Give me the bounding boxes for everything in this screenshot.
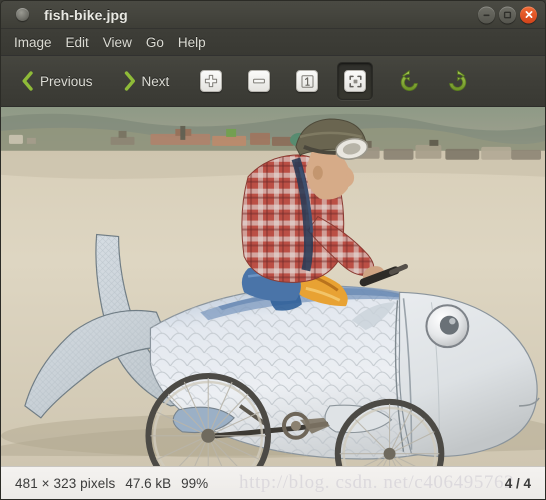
app-icon (16, 8, 29, 21)
photo-fish-bike (1, 107, 545, 466)
rotate-left-button[interactable] (389, 62, 429, 100)
image-canvas[interactable] (1, 107, 545, 466)
maximize-button[interactable] (499, 6, 516, 23)
menu-item-image[interactable]: Image (7, 32, 59, 53)
one-to-one-icon (296, 70, 319, 92)
menu-item-view[interactable]: View (96, 32, 139, 53)
zoom-level: 99% (181, 475, 209, 491)
image-viewer-window: fish-bike.jpg Image Edit View Go Help Pr… (0, 0, 546, 500)
next-button[interactable]: Next (115, 62, 178, 100)
window-controls (478, 6, 537, 23)
rotate-clockwise-icon (448, 69, 466, 91)
rotate-counterclockwise-icon (400, 69, 418, 91)
image-filesize: 47.6 kB (125, 475, 172, 491)
menu-item-edit[interactable]: Edit (59, 32, 96, 53)
plus-icon (200, 70, 223, 92)
chevron-right-icon (124, 71, 135, 91)
best-fit-icon (344, 70, 367, 92)
image-position-counter: 4 / 4 (504, 475, 531, 491)
chevron-left-icon (22, 71, 33, 91)
window-title: fish-bike.jpg (44, 6, 128, 23)
close-button[interactable] (520, 6, 537, 23)
minimize-button[interactable] (478, 6, 495, 23)
menu-bar: Image Edit View Go Help (1, 29, 545, 56)
menu-item-go[interactable]: Go (139, 32, 171, 53)
image-dimensions: 481 × 323 pixels (15, 475, 116, 491)
maximize-icon (503, 11, 512, 18)
one-to-one-glyph (301, 74, 314, 88)
plus-glyph (205, 74, 218, 88)
minimize-icon (483, 14, 490, 16)
normal-size-button[interactable] (289, 62, 325, 100)
next-label: Next (141, 73, 170, 89)
title-bar: fish-bike.jpg (1, 1, 545, 29)
status-bar: 481 × 323 pixels 47.6 kB 99% http://blog… (1, 466, 545, 499)
close-icon (525, 11, 532, 18)
best-fit-button[interactable] (337, 62, 374, 100)
minus-glyph (253, 78, 266, 84)
zoom-out-button[interactable] (241, 62, 277, 100)
minus-icon (248, 70, 271, 92)
rotate-right-button[interactable] (437, 62, 477, 100)
zoom-in-button[interactable] (193, 62, 229, 100)
previous-label: Previous (40, 73, 93, 89)
previous-button[interactable]: Previous (13, 62, 101, 100)
watermark-text: http://blog. csdn. net/c406495762 (239, 472, 515, 493)
best-fit-glyph (349, 75, 362, 87)
menu-item-help[interactable]: Help (171, 32, 213, 53)
status-left-group: 481 × 323 pixels 47.6 kB 99% (15, 476, 208, 491)
toolbar: Previous Next (1, 56, 545, 107)
